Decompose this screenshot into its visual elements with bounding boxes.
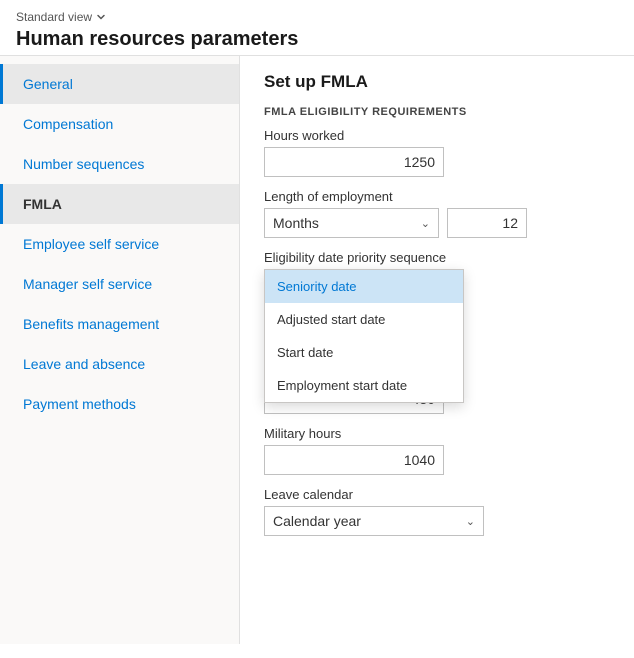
sidebar: General Compensation Number sequences FM… (0, 56, 240, 644)
dropdown-item-adjusted[interactable]: Adjusted start date (265, 303, 463, 336)
employment-unit-select[interactable]: Months ⌄ (264, 208, 439, 238)
leave-calendar-label: Leave calendar (264, 487, 610, 502)
dropdown-item-employment-start[interactable]: Employment start date (265, 369, 463, 402)
hours-worked-group: Hours worked (264, 128, 610, 177)
employment-unit-value: Months (273, 215, 319, 231)
standard-view-button[interactable]: Standard view (16, 10, 618, 24)
standard-view-label: Standard view (16, 10, 92, 24)
sidebar-item-manager-self-service[interactable]: Manager self service (0, 264, 239, 304)
chevron-down-icon (96, 12, 106, 22)
priority-dropdown-menu: Seniority date Adjusted start date Start… (264, 269, 464, 403)
leave-calendar-select[interactable]: Calendar year ⌄ (264, 506, 484, 536)
military-hours-label: Military hours (264, 426, 610, 441)
section-title: Set up FMLA (264, 72, 610, 92)
employment-unit-chevron: ⌄ (421, 217, 430, 230)
sidebar-item-benefits-management[interactable]: Benefits management (0, 304, 239, 344)
content-area: Set up FMLA FMLA ELIGIBILITY REQUIREMENT… (240, 56, 634, 644)
eligibility-priority-group: Eligibility date priority sequence Senio… (264, 250, 610, 327)
sidebar-item-leave-and-absence[interactable]: Leave and absence (0, 344, 239, 384)
sidebar-item-general[interactable]: General (0, 64, 239, 104)
sidebar-item-fmla[interactable]: FMLA (0, 184, 239, 224)
leave-calendar-group: Leave calendar Calendar year ⌄ (264, 487, 610, 536)
employment-length-input[interactable] (447, 208, 527, 238)
sidebar-item-compensation[interactable]: Compensation (0, 104, 239, 144)
military-hours-group: Military hours (264, 426, 610, 475)
page-title: Human resources parameters (16, 28, 618, 51)
length-of-employment-label: Length of employment (264, 189, 610, 204)
hours-worked-input[interactable] (264, 147, 444, 177)
sidebar-item-employee-self-service[interactable]: Employee self service (0, 224, 239, 264)
leave-calendar-chevron: ⌄ (466, 515, 475, 528)
sidebar-item-payment-methods[interactable]: Payment methods (0, 384, 239, 424)
length-of-employment-group: Length of employment Months ⌄ (264, 189, 610, 238)
dropdown-item-start-date[interactable]: Start date (265, 336, 463, 369)
hours-worked-label: Hours worked (264, 128, 610, 143)
leave-calendar-value: Calendar year (273, 513, 361, 529)
sidebar-item-number-sequences[interactable]: Number sequences (0, 144, 239, 184)
eligibility-section-label: FMLA ELIGIBILITY REQUIREMENTS (264, 106, 610, 118)
military-hours-input[interactable] (264, 445, 444, 475)
eligibility-priority-label: Eligibility date priority sequence (264, 250, 610, 265)
dropdown-item-seniority[interactable]: Seniority date (265, 270, 463, 303)
